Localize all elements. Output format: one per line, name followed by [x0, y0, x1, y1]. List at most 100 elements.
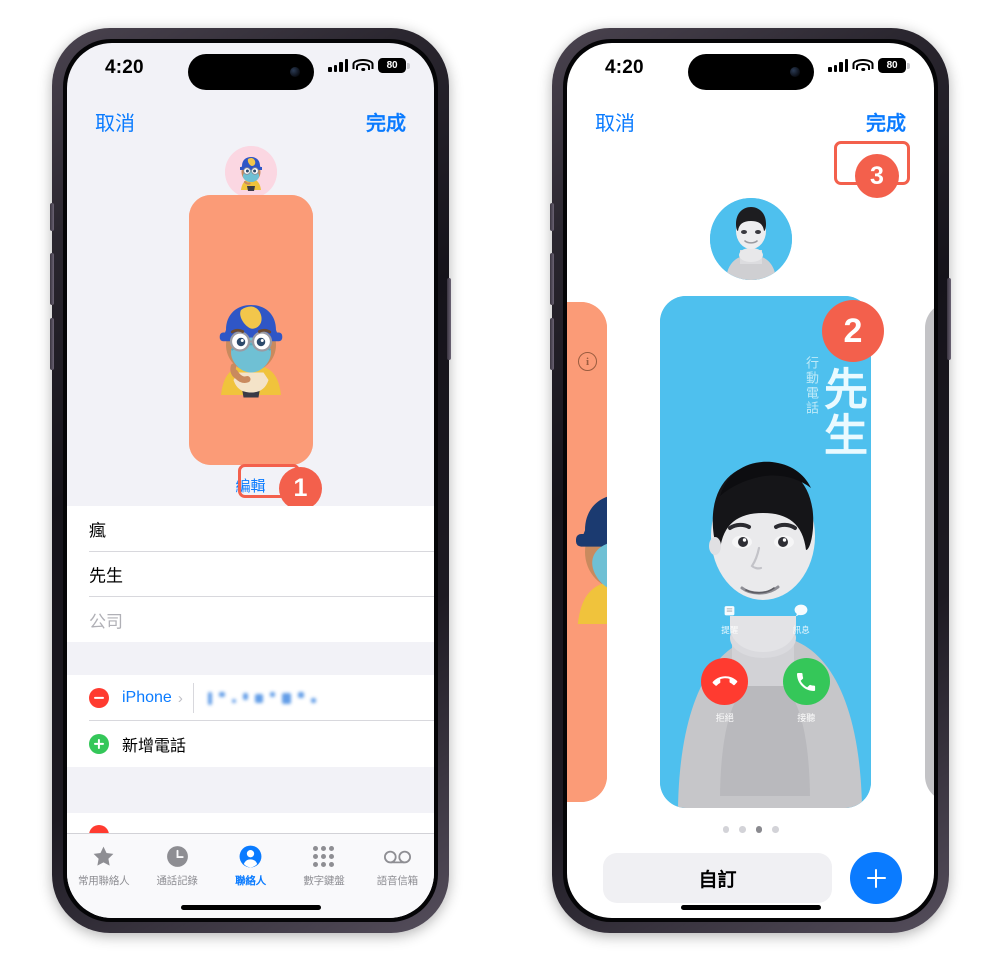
- contact-poster-card[interactable]: [188, 195, 313, 465]
- phone-row-iphone[interactable]: iPhone ›: [67, 675, 434, 721]
- add-phone-row[interactable]: 新增電話: [67, 721, 434, 767]
- alarm-icon: [723, 604, 736, 619]
- page-dot[interactable]: [739, 826, 746, 833]
- home-indicator[interactable]: [680, 905, 821, 910]
- mute-switch[interactable]: [550, 203, 554, 231]
- field-company[interactable]: 公司: [67, 597, 434, 643]
- section-gap: [67, 642, 434, 675]
- left-screen: 4:20 80 取消 完成 編輯 1 瘋 先生 公司 iPhone › 新增電話…: [67, 43, 434, 918]
- wifi-icon: [852, 59, 874, 72]
- status-indicators: 80: [328, 58, 406, 73]
- first-name-value: 瘋: [89, 521, 106, 541]
- volume-down-button[interactable]: [50, 318, 54, 370]
- add-phone-label: 新增電話: [122, 738, 187, 755]
- mute-switch[interactable]: [50, 203, 54, 231]
- accept-call-button[interactable]: 接聽: [782, 658, 830, 724]
- action-label: 拒絕: [715, 713, 734, 723]
- status-indicators: 80: [828, 58, 906, 73]
- page-indicator[interactable]: [722, 826, 779, 833]
- clock-icon: [165, 843, 190, 870]
- chevron-right-icon: ›: [177, 689, 183, 707]
- message-button[interactable]: 訊息: [793, 604, 810, 636]
- done-button[interactable]: 完成: [866, 107, 906, 136]
- device-bezel: 4:20 80 取消 完成 編輯 1 瘋 先生 公司 iPhone › 新增電話…: [63, 39, 438, 922]
- status-time: 4:20: [605, 57, 644, 78]
- accept-call-icon: [782, 658, 830, 705]
- poster-card-next[interactable]: [925, 302, 934, 802]
- page-dot[interactable]: [772, 826, 779, 833]
- volume-up-button[interactable]: [50, 253, 54, 305]
- decline-call-button[interactable]: 拒絕: [701, 658, 749, 724]
- nav-bar-left: 取消 完成: [67, 97, 434, 149]
- power-button[interactable]: [947, 278, 951, 360]
- star-icon: [91, 843, 116, 870]
- poster-subtitle-text: 行動電話: [804, 356, 819, 416]
- tab-label: 常用聯絡人: [77, 875, 130, 887]
- step-badge-2: 2: [822, 300, 884, 362]
- dynamic-island: [187, 54, 314, 90]
- last-name-value: 先生: [89, 566, 123, 586]
- memoji-poster-icon: [188, 195, 313, 465]
- phone-number-redacted[interactable]: [207, 691, 316, 705]
- status-time: 4:20: [105, 57, 144, 78]
- sidebar-item-voicemail[interactable]: 語音信箱: [361, 834, 434, 918]
- dynamic-island: [687, 54, 814, 90]
- add-poster-button[interactable]: [850, 852, 902, 904]
- person-circle-icon: [238, 843, 263, 870]
- front-camera-icon: [789, 67, 800, 77]
- info-circle-icon[interactable]: i: [578, 352, 597, 371]
- home-indicator[interactable]: [180, 905, 321, 910]
- tab-label: 聯絡人: [235, 875, 266, 887]
- field-last-name[interactable]: 先生: [67, 552, 434, 597]
- memoji-poster-preview-icon: [567, 302, 607, 802]
- poster-card-previous[interactable]: i: [567, 302, 607, 802]
- front-camera-icon: [289, 67, 300, 77]
- cancel-button[interactable]: 取消: [595, 107, 635, 136]
- decline-call-icon: [701, 658, 749, 705]
- page-dot[interactable]: [722, 826, 729, 833]
- cellular-bars-icon: [828, 59, 848, 72]
- company-placeholder: 公司: [89, 612, 123, 632]
- status-bar-left: 4:20 80: [67, 43, 434, 97]
- poster-carousel[interactable]: i 先生 行動電話 提醒 訊息 拒絕 接聽: [567, 296, 934, 808]
- iphone-right-device: 4:20 80 取消 完成 3 i 先生 行動電話 提醒 訊息 拒絕 接聽 2 …: [550, 28, 951, 933]
- customize-button[interactable]: 自訂: [603, 853, 832, 903]
- volume-down-button[interactable]: [550, 318, 554, 370]
- sidebar-item-favorites[interactable]: 常用聯絡人: [67, 834, 140, 918]
- field-first-name[interactable]: 瘋: [67, 506, 434, 552]
- action-label: 訊息: [792, 625, 810, 635]
- iphone-left-device: 4:20 80 取消 完成 編輯 1 瘋 先生 公司 iPhone › 新增電話…: [50, 28, 451, 933]
- action-label: 提醒: [721, 625, 739, 635]
- voicemail-icon: [383, 843, 411, 870]
- poster-card-current[interactable]: 先生 行動電話 提醒 訊息 拒絕 接聽: [660, 296, 871, 808]
- cellular-bars-icon: [328, 59, 348, 72]
- tab-label: 數字鍵盤: [303, 875, 345, 887]
- add-icon[interactable]: [89, 734, 109, 754]
- cancel-button[interactable]: 取消: [95, 107, 135, 136]
- page-dot-active[interactable]: [755, 826, 762, 833]
- avatar[interactable]: [224, 146, 277, 198]
- battery-level: 80: [386, 59, 398, 71]
- status-bar-right: 4:20 80: [567, 43, 934, 97]
- battery-icon: 80: [378, 58, 406, 73]
- done-button[interactable]: 完成: [366, 107, 406, 136]
- name-fields-group: 瘋 先生 公司: [67, 506, 434, 642]
- message-bubble-icon: [794, 604, 808, 619]
- wifi-icon: [352, 59, 374, 72]
- avatar[interactable]: [709, 198, 792, 280]
- volume-up-button[interactable]: [550, 253, 554, 305]
- screenshot-stage: 4:20 80 取消 完成 編輯 1 瘋 先生 公司 iPhone › 新增電話…: [0, 0, 1000, 979]
- keypad-icon: [313, 843, 335, 870]
- tab-label: 語音信箱: [376, 875, 418, 887]
- divider: [192, 683, 194, 713]
- memoji-icon: [224, 146, 277, 198]
- power-button[interactable]: [447, 278, 451, 360]
- tab-label: 通話記錄: [156, 875, 198, 887]
- remove-icon[interactable]: [89, 688, 109, 708]
- remind-me-button[interactable]: 提醒: [721, 604, 738, 636]
- step-badge-1: 1: [279, 467, 322, 510]
- device-bezel: 4:20 80 取消 完成 3 i 先生 行動電話 提醒 訊息 拒絕 接聽 2 …: [563, 39, 938, 922]
- phone-label[interactable]: iPhone: [122, 689, 172, 707]
- step-badge-3: 3: [855, 154, 899, 198]
- phone-fields-group: iPhone › 新增電話: [67, 675, 434, 767]
